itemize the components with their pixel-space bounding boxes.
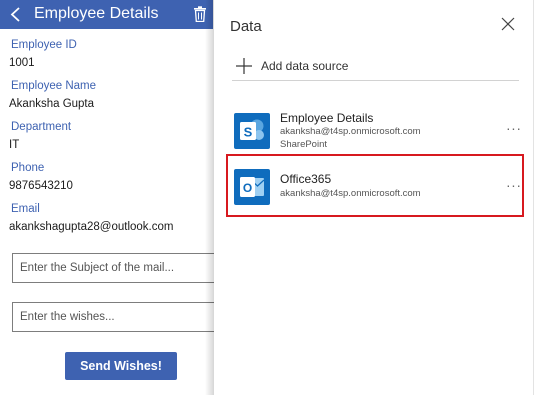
data-source-office365[interactable]: O Office365 akanksha@t4sp.onmicrosoft.co… xyxy=(226,167,526,207)
data-source-account: akanksha@t4sp.onmicrosoft.com xyxy=(280,126,421,137)
more-options-icon[interactable]: ··· xyxy=(506,120,522,136)
department-label: Department xyxy=(11,121,72,133)
sharepoint-icon: S xyxy=(234,113,270,149)
panel-title: Data xyxy=(230,18,262,35)
data-source-name: Office365 xyxy=(280,172,332,186)
subject-input[interactable] xyxy=(12,253,217,283)
outlook-icon: O xyxy=(234,169,270,205)
data-source-account: akanksha@t4sp.onmicrosoft.com xyxy=(280,188,421,199)
employee-id-value: 1001 xyxy=(9,57,35,69)
svg-text:S: S xyxy=(244,125,253,140)
divider xyxy=(232,80,519,81)
employee-details-screen: Employee Details Employee ID 1001 Employ… xyxy=(0,0,217,395)
employee-id-label: Employee ID xyxy=(11,39,77,51)
close-icon[interactable] xyxy=(501,17,515,31)
add-data-source-label: Add data source xyxy=(261,59,349,73)
data-source-employee-details[interactable]: S Employee Details akanksha@t4sp.onmicro… xyxy=(226,108,526,154)
svg-text:O: O xyxy=(243,181,252,195)
phone-value: 9876543210 xyxy=(9,180,73,192)
app-header: Employee Details xyxy=(0,0,213,29)
back-arrow-icon[interactable] xyxy=(8,6,24,23)
department-value: IT xyxy=(9,139,20,151)
panel-shadow xyxy=(205,0,214,395)
send-wishes-button[interactable]: Send Wishes! xyxy=(65,352,177,380)
more-options-icon[interactable]: ··· xyxy=(506,177,522,193)
data-source-name: Employee Details xyxy=(280,111,374,125)
employee-name-label: Employee Name xyxy=(11,80,97,92)
app-title: Employee Details xyxy=(34,5,159,22)
data-source-type: SharePoint xyxy=(280,139,328,150)
email-value: akankshagupta28@outlook.com xyxy=(9,221,174,233)
wishes-input[interactable] xyxy=(12,302,217,332)
employee-name-value: Akanksha Gupta xyxy=(9,98,95,110)
phone-label: Phone xyxy=(11,162,45,174)
data-panel: Data Add data source S Employee Details … xyxy=(214,0,534,395)
plus-icon xyxy=(236,58,252,74)
email-label: Email xyxy=(11,203,40,215)
